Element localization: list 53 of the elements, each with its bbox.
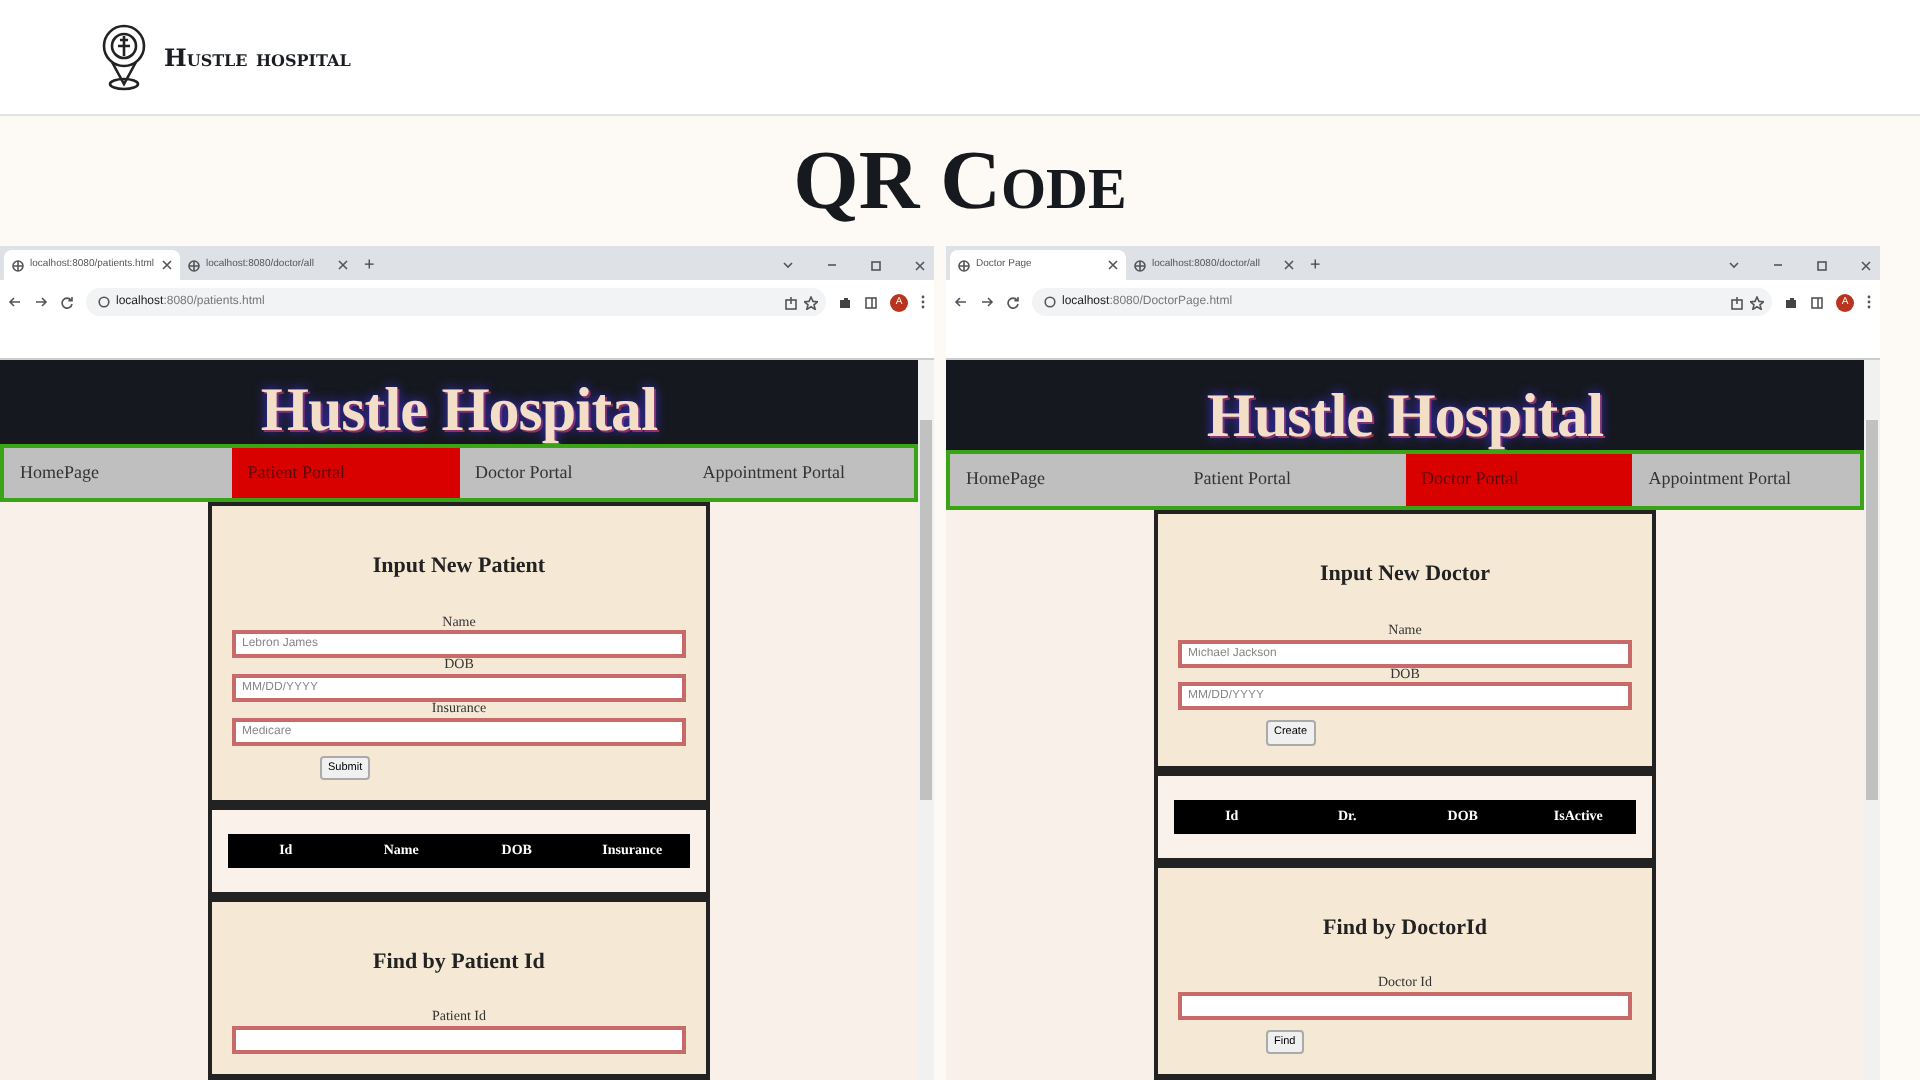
forward-arrow-icon[interactable]: [980, 296, 994, 308]
nav-link[interactable]: Appointment Portal: [1632, 453, 1860, 507]
new-tab-button[interactable]: +: [1310, 250, 1321, 280]
map-pin-cross-icon: [100, 23, 148, 91]
minimize-icon[interactable]: [1772, 260, 1784, 270]
close-icon[interactable]: [914, 259, 926, 271]
input-field[interactable]: [232, 1026, 686, 1054]
scrollbar[interactable]: [1864, 360, 1880, 1080]
info-icon: [98, 296, 110, 308]
reload-icon[interactable]: [60, 295, 74, 309]
nav-link[interactable]: Appointment Portal: [686, 448, 914, 498]
scrollbar[interactable]: [918, 360, 934, 1080]
brand-name: Hustle hospital: [164, 41, 351, 75]
share-icon[interactable]: [784, 295, 798, 309]
info-icon: [1044, 296, 1056, 308]
close-icon[interactable]: [1108, 260, 1118, 270]
site-title: Hustle Hospital: [260, 378, 658, 441]
reload-icon[interactable]: [1006, 295, 1020, 309]
site-title: Hustle Hospital: [1206, 383, 1604, 446]
share-icon[interactable]: [1730, 295, 1744, 309]
form-heading: Input New Patient: [370, 552, 548, 582]
close-icon[interactable]: [1860, 259, 1872, 271]
nav-link[interactable]: Doctor Portal: [459, 448, 687, 498]
forward-arrow-icon[interactable]: [34, 296, 48, 308]
form-heading: Input New Doctor: [1318, 560, 1492, 591]
close-icon[interactable]: [1284, 260, 1294, 270]
more-icon[interactable]: [920, 294, 926, 310]
sidebar-icon[interactable]: [864, 295, 878, 309]
slide-title: QR Code: [793, 139, 1127, 223]
form-heading: Find by Patient Id: [371, 947, 547, 978]
minimize-icon[interactable]: [826, 260, 838, 270]
sidebar-icon[interactable]: [1810, 295, 1824, 309]
globe-icon: [958, 259, 970, 271]
restore-icon[interactable]: [870, 259, 882, 271]
input-field[interactable]: [1178, 991, 1632, 1020]
new-tab-button[interactable]: +: [364, 250, 375, 280]
globe-icon: [12, 259, 24, 271]
chevron-down-icon[interactable]: [1728, 260, 1740, 270]
star-icon[interactable]: [1750, 295, 1764, 309]
globe-icon: [1134, 259, 1146, 271]
restore-icon[interactable]: [1816, 259, 1828, 271]
back-arrow-icon[interactable]: [954, 296, 968, 308]
more-icon[interactable]: [1866, 294, 1872, 310]
nav-link[interactable]: Patient Portal: [1177, 453, 1405, 507]
chevron-down-icon[interactable]: [782, 260, 794, 270]
close-icon[interactable]: [338, 260, 348, 270]
back-arrow-icon[interactable]: [8, 296, 22, 308]
star-icon[interactable]: [804, 295, 818, 309]
nav-link[interactable]: HomePage: [950, 453, 1178, 507]
form-heading: Find by DoctorId: [1321, 913, 1489, 944]
globe-icon: [188, 259, 200, 271]
nav-link[interactable]: HomePage: [4, 448, 232, 498]
close-icon[interactable]: [162, 260, 172, 270]
